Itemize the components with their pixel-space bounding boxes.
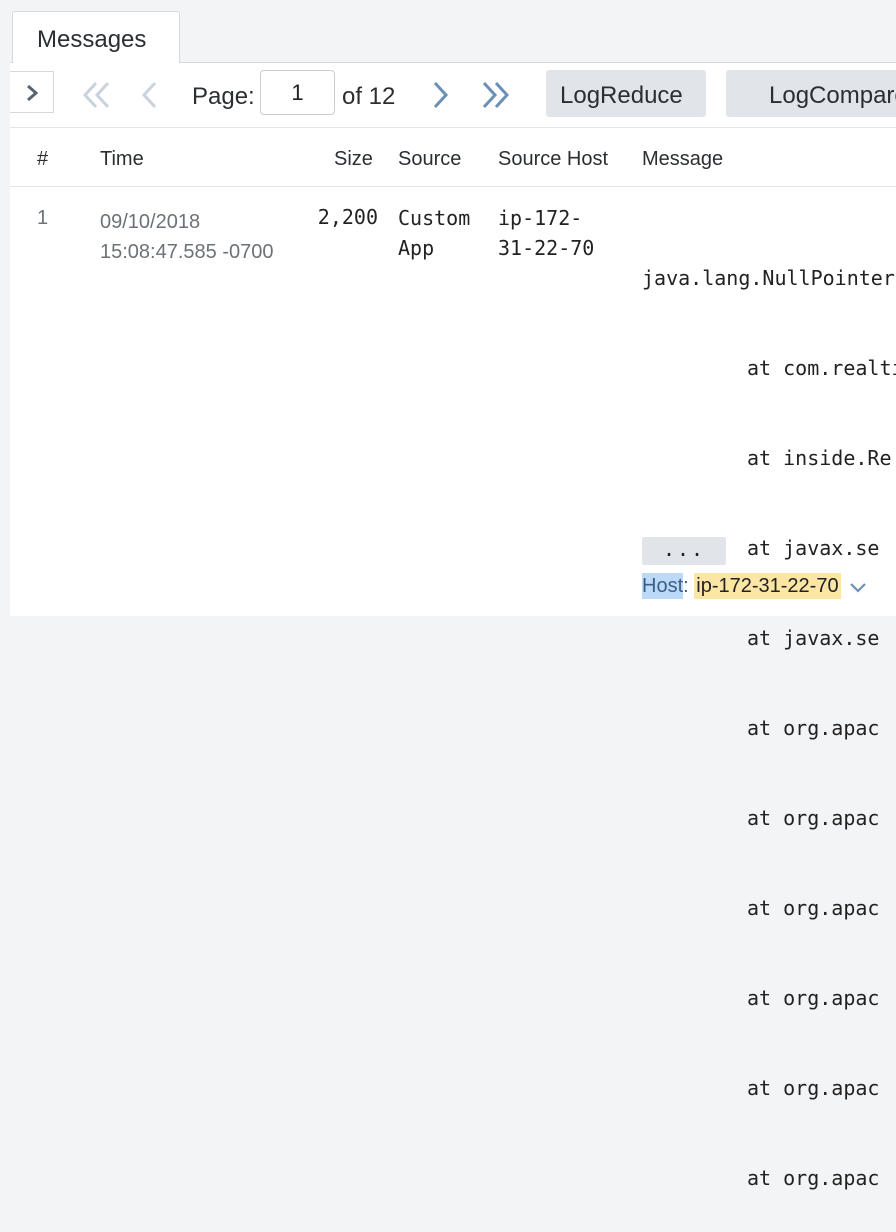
double-chevron-right-icon[interactable] [480,80,512,110]
tab-messages[interactable]: Messages [12,11,180,63]
column-header-time[interactable]: Time [100,148,144,171]
row-time: 09/10/2018 15:08:47.585 -0700 [100,207,274,267]
logcompare-button[interactable]: LogCompare [726,70,896,117]
page-count-label: of 12 [342,83,396,110]
chevron-right-icon [27,84,39,102]
column-header-source[interactable]: Source [398,148,461,171]
table-header: # Time Size Source Source Host Message [10,128,896,187]
expand-panel-button[interactable] [10,71,54,113]
metadata-value[interactable]: ip-172-31-22-70 [694,573,841,599]
row-source-line: App [398,236,435,260]
metadata-key[interactable]: Host [642,573,684,599]
logreduce-button[interactable]: LogReduce [546,70,706,117]
message-metadata: Host: ip-172-31-22-70 [642,573,868,605]
row-message: java.lang.NullPointerException at com.re… [642,203,896,1232]
messages-panel: Messages Page: of 12 LogReduce LogCompar… [10,0,896,1190]
metadata-separator: : [683,575,689,597]
tab-bar: Messages [10,0,896,63]
message-line: at org.apac [747,1166,880,1190]
double-chevron-left-icon[interactable] [80,80,112,110]
message-line: at org.apac [747,1076,880,1100]
message-line: at org.apac [747,806,880,830]
message-line: at org.apac [747,896,880,920]
message-line: at javax.se [747,626,880,650]
chevron-left-icon[interactable] [140,80,160,110]
message-line: at org.apac [747,986,880,1010]
chevron-down-icon[interactable] [848,580,868,594]
column-header-size[interactable]: Size [334,148,373,171]
row-time-clock: 15:08:47.585 -0700 [100,241,274,263]
message-line: java.lang.NullPointerException [642,266,896,290]
message-line: at inside.Re [747,446,892,470]
column-header-message[interactable]: Message [642,148,723,171]
pagination-toolbar: Page: of 12 LogReduce LogCompare [10,63,896,128]
page-number-input[interactable] [260,70,335,115]
row-size: 2,200 [317,205,378,229]
row-time-date: 09/10/2018 [100,211,201,233]
column-header-source-host[interactable]: Source Host [498,148,608,171]
row-host-line: ip-172- [498,206,583,230]
message-line: at com.realtime [747,356,896,380]
chevron-right-icon[interactable] [430,80,450,110]
row-number: 1 [37,207,49,229]
message-line: at org.apac [747,716,880,740]
row-source-line: Custom [398,206,471,230]
row-host-line: 31-22-70 [498,236,595,260]
page-label: Page: [192,83,255,110]
expand-message-button[interactable]: ... [642,537,726,565]
column-header-number[interactable]: # [37,148,48,171]
table-row[interactable]: 1 09/10/2018 15:08:47.585 -0700 2,200 Cu… [10,187,896,1190]
row-source: Custom App [398,203,470,263]
row-source-host: ip-172- 31-22-70 [498,203,594,263]
